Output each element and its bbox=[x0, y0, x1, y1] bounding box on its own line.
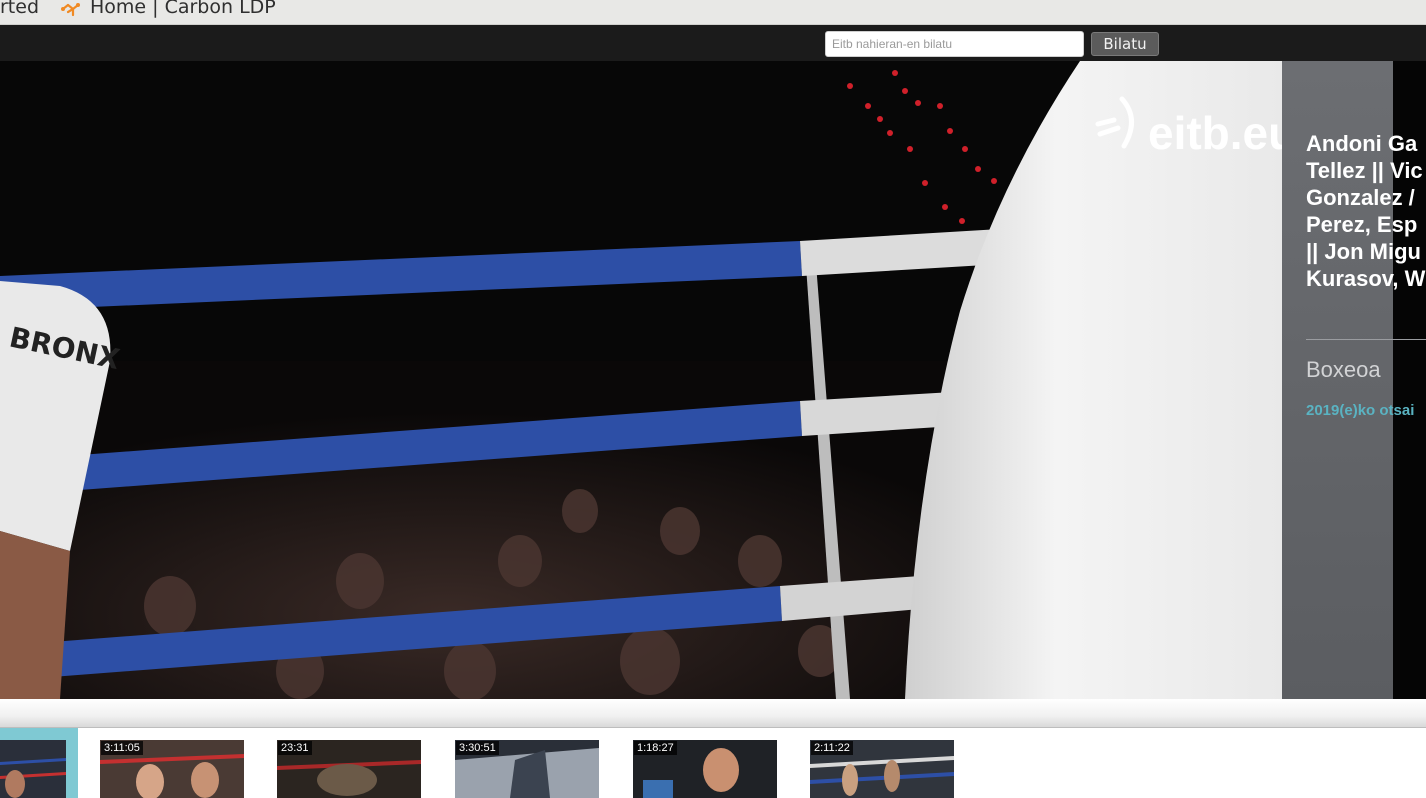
duration-badge: 23:31 bbox=[278, 741, 312, 755]
related-strip-header bbox=[0, 699, 1426, 728]
video-date: 2019(e)ko otsai bbox=[1306, 402, 1415, 419]
related-videos-strip: 3:11:05 23:31 3:30:51 1:18:27 2:11:22 bbox=[0, 728, 1426, 798]
carbon-ldp-icon bbox=[61, 3, 80, 17]
duration-badge: 2:11:22 bbox=[811, 741, 853, 755]
video-frame[interactable]: BRONX bbox=[0, 61, 1282, 699]
video-thumbnail[interactable]: 1:18:27 bbox=[633, 740, 777, 798]
thumbnail-image bbox=[0, 740, 66, 798]
duration-badge: 3:30:51 bbox=[456, 741, 499, 755]
bookmark-item-carbon-ldp[interactable]: Home | Carbon LDP bbox=[90, 0, 276, 18]
search-input[interactable] bbox=[825, 31, 1084, 57]
video-thumbnail[interactable]: 23:31 bbox=[277, 740, 421, 798]
video-thumbnail[interactable] bbox=[0, 740, 66, 798]
video-thumbnail[interactable]: 3:11:05 bbox=[100, 740, 244, 798]
bookmarks-bar: rted Home | Carbon LDP bbox=[0, 0, 1426, 25]
video-thumbnail[interactable]: 2:11:22 bbox=[810, 740, 954, 798]
duration-badge: 3:11:05 bbox=[101, 741, 143, 755]
eitb-logo: eitb.eus bbox=[1095, 96, 1282, 154]
video-thumbnail[interactable]: 3:30:51 bbox=[455, 740, 599, 798]
bookmark-item-partial[interactable]: rted bbox=[0, 0, 39, 18]
video-category-link[interactable]: Boxeoa bbox=[1306, 357, 1381, 383]
search-button[interactable]: Bilatu bbox=[1091, 32, 1159, 56]
info-divider bbox=[1306, 339, 1426, 340]
site-top-bar: Bilatu bbox=[0, 25, 1426, 61]
duration-badge: 1:18:27 bbox=[634, 741, 677, 755]
video-title: Andoni Ga Tellez || Vic Gonzalez / Perez… bbox=[1306, 131, 1426, 291]
eitb-logo-wordmark: eitb.eus bbox=[1148, 107, 1282, 154]
video-player: BRONX eitb.eus Andoni Ga Tellez || Vic G… bbox=[0, 61, 1426, 699]
